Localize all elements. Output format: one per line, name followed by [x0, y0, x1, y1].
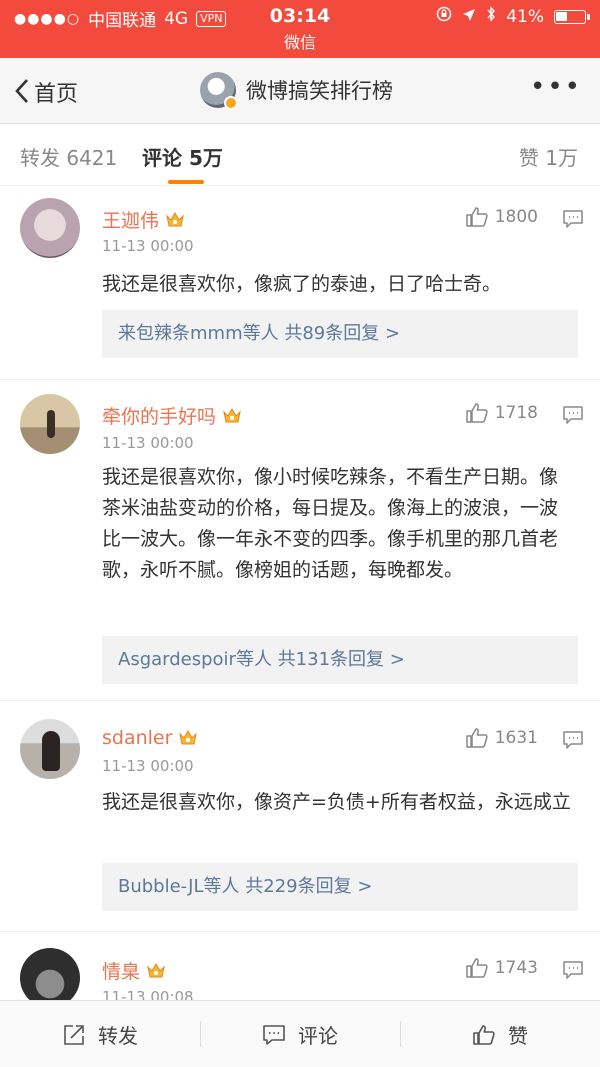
like-count: 1800: [494, 207, 538, 227]
author-name: 王迦伟: [102, 210, 160, 232]
verified-badge-icon: [224, 96, 238, 110]
author-name: 情臬: [102, 961, 141, 983]
like-label: 赞: [508, 1024, 528, 1048]
like-button[interactable]: 1718: [465, 402, 538, 424]
vip-crown-icon: [165, 211, 185, 229]
repost-label: 转发: [98, 1024, 138, 1048]
nav-title-group[interactable]: 微博搞笑排行榜: [200, 72, 393, 110]
comment-author[interactable]: 牵你的手好吗: [102, 402, 242, 429]
battery-icon: [554, 9, 590, 24]
like-button[interactable]: 1631: [465, 727, 538, 749]
orientation-lock-icon: [436, 6, 452, 27]
like-button[interactable]: 1800: [465, 206, 538, 228]
active-tab-indicator: [168, 180, 204, 184]
comment-item: 牵你的手好吗 11-13 00:00 1718 我还是很喜欢你，像小时候吃辣条，…: [0, 380, 600, 701]
reply-summary-link[interactable]: Bubble-JL等人 共229条回复 >: [102, 863, 578, 911]
comment-button[interactable]: 评论: [262, 1020, 338, 1049]
avatar[interactable]: [20, 394, 80, 454]
tab-like[interactable]: 赞 1万: [519, 142, 578, 171]
comment-item: 情臬 11-13 00:08 1743: [0, 932, 600, 1000]
thumbs-up-icon: [472, 1023, 496, 1047]
comment-author[interactable]: 情臬: [102, 957, 166, 984]
thumbs-up-icon: [465, 727, 489, 749]
reply-icon[interactable]: [562, 960, 584, 980]
comment-author[interactable]: 王迦伟: [102, 206, 185, 233]
reply-icon[interactable]: [562, 209, 584, 229]
divider: [200, 1021, 201, 1047]
reply-icon[interactable]: [562, 730, 584, 750]
account-avatar: [200, 72, 238, 110]
comment-text: 我还是很喜欢你，像疯了的泰迪，日了哈士奇。: [102, 273, 502, 295]
like-button[interactable]: 1743: [465, 957, 538, 979]
status-bar: ●●●●○ 中国联通 4G VPN 03:14 41%: [0, 0, 600, 32]
nav-bar: 首页 微博搞笑排行榜 •••: [0, 58, 600, 124]
author-name: sdanler: [102, 727, 173, 749]
tab-comment[interactable]: 评论 5万: [142, 142, 223, 171]
tab-bar: 转发 6421 评论 5万 赞 1万: [0, 124, 600, 186]
like-count: 1743: [494, 958, 538, 978]
avatar[interactable]: [20, 719, 80, 779]
back-label: 首页: [34, 82, 79, 107]
thumbs-up-icon: [465, 402, 489, 424]
avatar[interactable]: [20, 948, 80, 1000]
tab-repost[interactable]: 转发 6421: [20, 142, 117, 171]
reply-summary-link[interactable]: 来包辣条mmm等人 共89条回复 >: [102, 310, 578, 358]
comment-label: 评论: [298, 1024, 338, 1048]
thumbs-up-icon: [465, 206, 489, 228]
vip-crown-icon: [178, 729, 198, 747]
reply-icon[interactable]: [562, 405, 584, 425]
comment-item: 王迦伟 11-13 00:00 1800 我还是很喜欢你，像疯了的泰迪，日了哈士…: [0, 186, 600, 380]
comment-item: sdanler 11-13 00:00 1631 我还是很喜欢你，像资产=负债+…: [0, 701, 600, 932]
bottom-action-bar: 转发 评论 赞: [0, 1000, 600, 1067]
vip-crown-icon: [146, 962, 166, 980]
comment-time: 11-13 00:00: [102, 757, 194, 775]
share-icon: [62, 1023, 86, 1047]
bluetooth-icon: [486, 6, 496, 27]
avatar[interactable]: [20, 198, 80, 258]
app-name: 微信: [0, 32, 600, 58]
thumbs-up-icon: [465, 957, 489, 979]
back-button[interactable]: 首页: [14, 76, 78, 108]
like-count: 1718: [494, 403, 538, 423]
comment-text: 我还是很喜欢你，像小时候吃辣条，不看生产日期。像茶米油盐变动的价格，每日提及。像…: [102, 466, 559, 581]
battery-fill: [556, 11, 567, 21]
reply-summary-link[interactable]: Asgardespoir等人 共131条回复 >: [102, 636, 578, 684]
author-name: 牵你的手好吗: [102, 406, 217, 428]
comment-icon: [262, 1023, 286, 1047]
comment-author[interactable]: sdanler: [102, 727, 198, 749]
repost-button[interactable]: 转发: [62, 1020, 138, 1049]
comment-time: 11-13 00:00: [102, 237, 194, 255]
status-right: 41%: [436, 6, 590, 27]
comment-text: 我还是很喜欢你，像资产=负债+所有者权益，永远成立: [102, 791, 571, 813]
like-count: 1631: [494, 728, 538, 748]
divider: [400, 1021, 401, 1047]
chevron-left-icon: [14, 78, 30, 107]
comment-time: 11-13 00:08: [102, 988, 194, 1000]
vip-crown-icon: [222, 407, 242, 425]
comment-time: 11-13 00:00: [102, 434, 194, 452]
location-icon: [462, 7, 476, 27]
battery-percent: 41%: [506, 6, 544, 27]
nav-title: 微博搞笑排行榜: [246, 79, 393, 103]
more-options-icon[interactable]: •••: [530, 74, 582, 100]
like-action-button[interactable]: 赞: [472, 1020, 528, 1049]
